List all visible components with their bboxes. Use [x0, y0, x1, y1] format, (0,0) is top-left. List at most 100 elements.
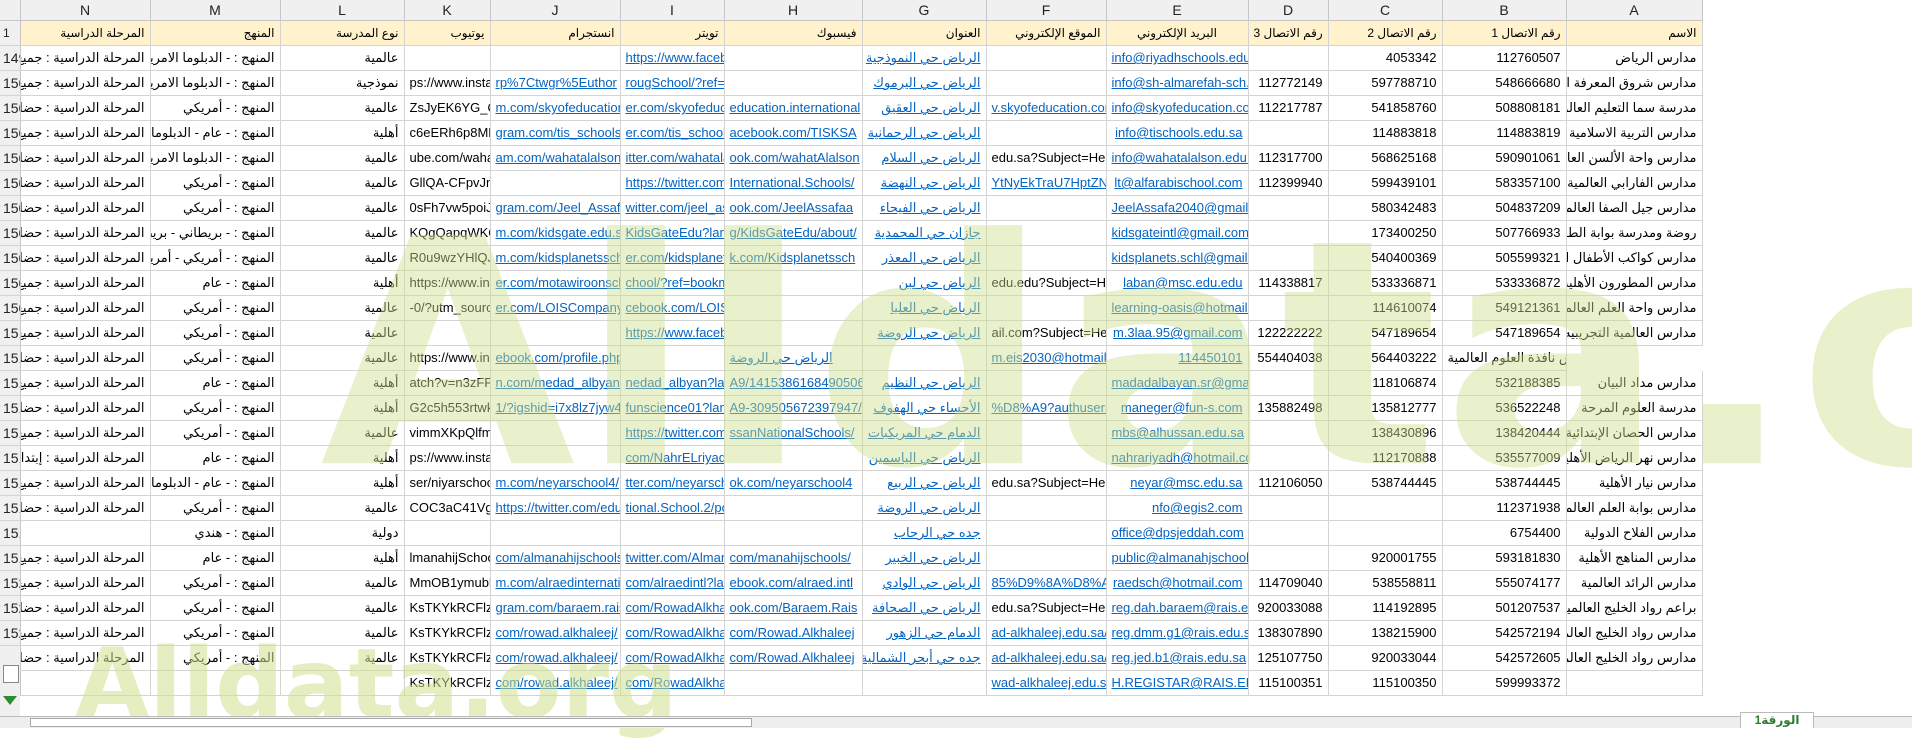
cell-L[interactable]: عالمية	[280, 145, 405, 171]
cell-F[interactable]	[986, 495, 1107, 521]
cell-I[interactable]: tter.com/neyarschool4	[620, 470, 725, 496]
cell-B[interactable]: 532188385	[1442, 370, 1567, 396]
cell-N[interactable]: المرحلة الدراسية : جميع المر	[20, 70, 151, 96]
cell-H[interactable]: com/Rowad.Alkhaleej	[724, 645, 863, 671]
cell-N[interactable]: المرحلة الدراسية : حضانة و	[20, 95, 151, 121]
cell-K[interactable]: MmOB1ymublQYXvpA	[404, 570, 491, 596]
cell-K[interactable]: G2c5h553rtwkvDQLLQ	[404, 395, 491, 421]
cell-J[interactable]: m.com/kidsgate.edu.sa/	[490, 220, 621, 246]
cell-E[interactable]: office@dpsjeddah.com	[1106, 520, 1249, 546]
cell-G[interactable]: الرياض حي الياسمين	[862, 445, 987, 471]
cell-D[interactable]	[1248, 195, 1329, 221]
cell-H[interactable]: acebook.com/TISKSA	[724, 120, 863, 146]
cell-E[interactable]: mbs@alhussan.edu.sa	[1106, 420, 1249, 446]
cell-D[interactable]: 554404038	[1248, 345, 1329, 371]
cell-N[interactable]	[20, 670, 151, 696]
cell-I[interactable]: chool/?ref=bookmarks	[620, 270, 725, 296]
cell-J[interactable]: am.com/wahatalalson	[490, 145, 621, 171]
cell-I[interactable]: funscience01?lang=ar	[620, 395, 725, 421]
cell-M[interactable]: المنهج : - أمريكي	[150, 645, 281, 671]
cell-K[interactable]: KsTKYkRCFlzMVkgQ	[404, 595, 491, 621]
cell-K[interactable]: ZsJyEK6YG_Q/videos	[404, 95, 491, 121]
cell-C[interactable]: 540400369	[1328, 245, 1443, 271]
cell-M[interactable]: المنهج : - أمريكي	[150, 620, 281, 646]
cell-N[interactable]: المرحلة الدراسية : إبتدائية	[20, 445, 151, 471]
cell-H[interactable]	[724, 445, 863, 471]
cell-L[interactable]: عالمية	[280, 195, 405, 221]
column-letter-H[interactable]: H	[724, 0, 863, 21]
spreadsheet-grid[interactable]: NMLKJIHGFEDCBA 1 المرحلة الدراسية المنهج نو…	[0, 0, 1912, 716]
cell-I[interactable]: er.com/kidsplanetssch	[620, 245, 725, 271]
cell-B[interactable]: 599993372	[1442, 670, 1567, 696]
cell-B[interactable]: 542572194	[1442, 620, 1567, 646]
cell-F[interactable]: YtNyEkTraU7HptZN7w	[986, 170, 1107, 196]
cell-E[interactable]: m.3laa.95@gmail.com	[1106, 320, 1249, 346]
row-number[interactable]: 1500	[0, 70, 21, 96]
cell-N[interactable]	[20, 520, 151, 546]
cell-M[interactable]	[150, 670, 281, 696]
cell-I[interactable]	[620, 345, 725, 371]
row-number[interactable]: 1503	[0, 145, 21, 171]
cell-A[interactable]: مدارس المطورون الأهلية	[1566, 270, 1703, 296]
cell-J[interactable]: rp%7Ctwgr%5Euthor	[490, 70, 621, 96]
cell-I[interactable]: https://twitter.com/AlFarabiIntern1	[620, 170, 725, 196]
cell-F[interactable]	[986, 70, 1107, 96]
header-cell-K[interactable]: يوتيوب	[404, 20, 491, 46]
cell-I[interactable]: com/RowadAlkhaleej	[620, 595, 725, 621]
cell-G[interactable]: الرياض حي الفيحاء	[862, 195, 987, 221]
row-number[interactable]: 1522	[0, 620, 21, 646]
cell-H[interactable]: com/Rowad.Alkhaleej	[724, 620, 863, 646]
cell-A[interactable]: مدارس العالمية التجريبيه	[1566, 320, 1703, 346]
header-cell-L[interactable]: نوع المدرسة	[280, 20, 405, 46]
cell-C[interactable]: 114192895	[1328, 595, 1443, 621]
cell-L[interactable]: عالمية	[280, 345, 405, 371]
cell-K[interactable]: https://www.instagram.com/science_window…	[404, 345, 491, 371]
cell-K[interactable]	[404, 45, 491, 71]
cell-D[interactable]: 112317700	[1248, 145, 1329, 171]
column-letter-M[interactable]: M	[150, 0, 281, 21]
cell-D[interactable]	[1248, 245, 1329, 271]
cell-M[interactable]: المنهج : - أمريكي	[150, 295, 281, 321]
cell-L[interactable]: دولية	[280, 520, 405, 546]
cell-B[interactable]: 508808181	[1442, 95, 1567, 121]
cell-F[interactable]: ad-alkhaleej.edu.sa/ar/	[986, 620, 1107, 646]
cell-G[interactable]: جده حي الرحاب	[862, 520, 987, 546]
cell-J[interactable]: gram.com/Jeel_Assafa	[490, 195, 621, 221]
row-number[interactable]: 1509	[0, 295, 21, 321]
cell-E[interactable]: info@wahatalalson.edu.sa	[1106, 145, 1249, 171]
cell-L[interactable]: عالمية	[280, 420, 405, 446]
cell-N[interactable]: المرحلة الدراسية : جميع المر	[20, 45, 151, 71]
row-number[interactable]: 1521	[0, 595, 21, 621]
cell-K[interactable]: KQgQapqWKQqDKIQ	[404, 220, 491, 246]
cell-A[interactable]: مدارس مداد البيان	[1566, 370, 1703, 396]
cell-A[interactable]: مدارس واحة الألسن العالمية	[1566, 145, 1703, 171]
header-cell-I[interactable]: تويتر	[620, 20, 725, 46]
column-letter-D[interactable]: D	[1248, 0, 1329, 21]
cell-B[interactable]: 533336872	[1442, 270, 1567, 296]
cell-E[interactable]: raedsch@hotmail.com	[1106, 570, 1249, 596]
column-letter-K[interactable]: K	[404, 0, 491, 21]
cell-A[interactable]: مدارس الفلاح الدولية	[1566, 520, 1703, 546]
cell-E[interactable]: madadalbayan.sr@gmail.com	[1106, 370, 1249, 396]
cell-G[interactable]: الرياض حي النظيم	[862, 370, 987, 396]
cell-C[interactable]: 541858760	[1328, 95, 1443, 121]
cell-F[interactable]: ail.com?Subject=Hello	[986, 320, 1107, 346]
cell-A[interactable]: روضة ومدرسة بوابة الطفل العالمية لرو	[1566, 220, 1703, 246]
cell-I[interactable]: com/RowadAlkhaleej	[620, 670, 725, 696]
cell-E[interactable]: kidsgateintl@gmail.com	[1106, 220, 1249, 246]
cell-M[interactable]: المنهج : - عام - الدبلوما الامر	[150, 120, 281, 146]
cell-K[interactable]	[404, 520, 491, 546]
cell-G[interactable]: الرياض حي النهضة	[862, 170, 987, 196]
header-cell-A[interactable]: الاسم	[1566, 20, 1703, 46]
cell-H[interactable]: ok.com/neyarschool4	[724, 470, 863, 496]
cell-E[interactable]: nfo@egis2.com	[1106, 495, 1249, 521]
cell-F[interactable]	[986, 195, 1107, 221]
cell-G[interactable]: الرياض حي الخبير	[862, 545, 987, 571]
cell-B[interactable]: 504837209	[1442, 195, 1567, 221]
cell-L[interactable]: عالمية	[280, 570, 405, 596]
cell-N[interactable]: المرحلة الدراسية : حضانة و	[20, 145, 151, 171]
cell-B[interactable]: 547189654	[1442, 320, 1567, 346]
cell-D[interactable]: 112217787	[1248, 95, 1329, 121]
cell-K[interactable]: c6eERh6p8MH-_8xiQ	[404, 120, 491, 146]
cell-B[interactable]: 505599321	[1442, 245, 1567, 271]
